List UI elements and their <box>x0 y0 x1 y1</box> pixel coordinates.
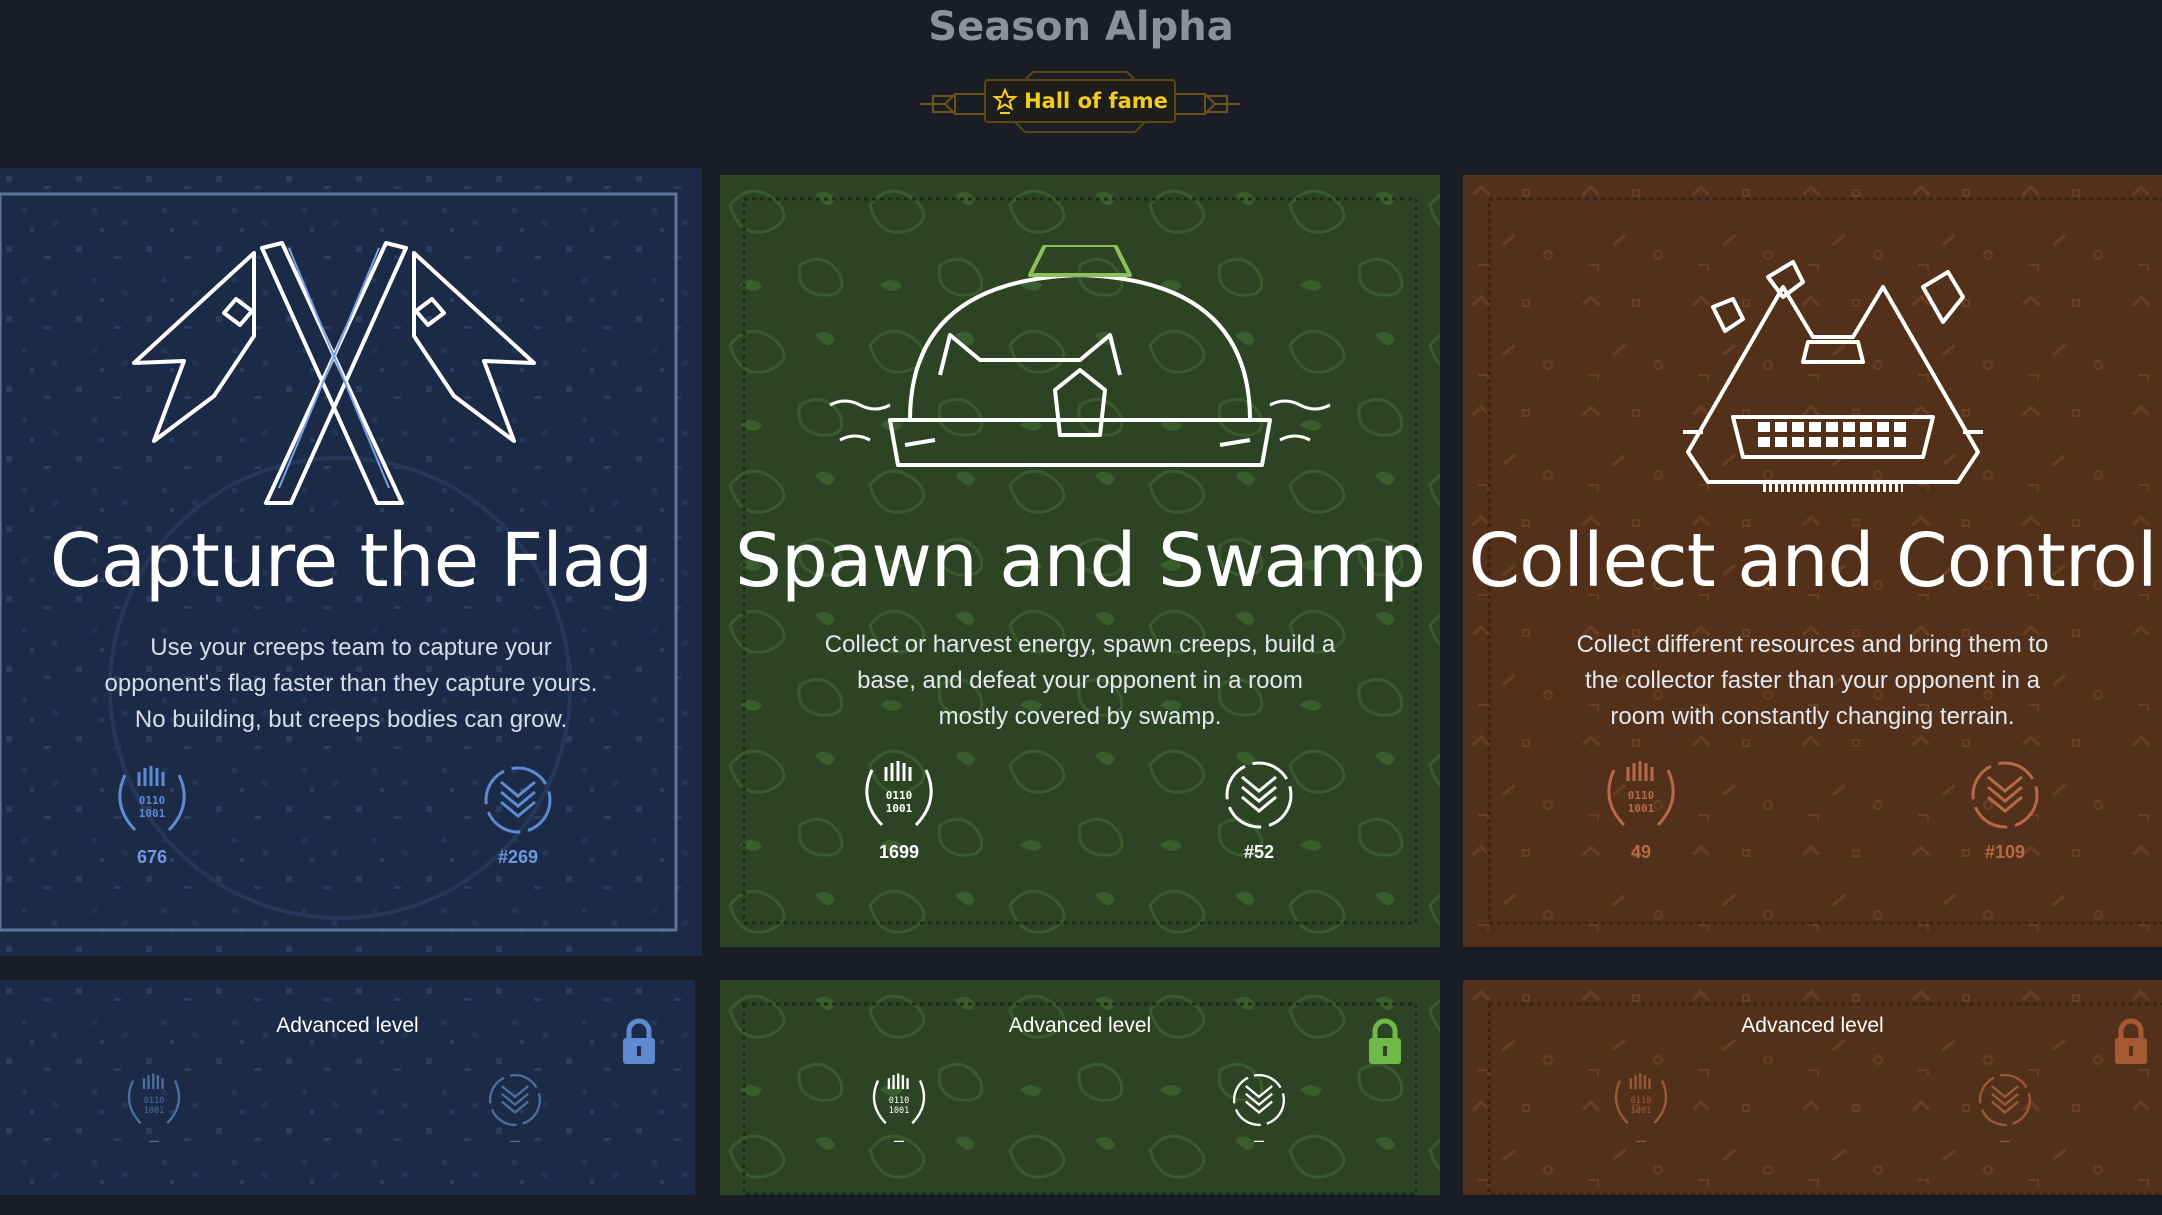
score-value: – <box>893 1130 904 1150</box>
svg-text:0110: 0110 <box>889 1096 910 1106</box>
score-stat: 0110 1001 49 <box>1581 755 1701 863</box>
advanced-level-label: Advanced level <box>1741 1014 1884 1037</box>
laurel-score-icon: 0110 1001 <box>118 766 186 832</box>
svg-text:1001: 1001 <box>139 807 166 820</box>
card-description: Use your creeps team to capture your opp… <box>104 634 598 733</box>
rank-chevron-icon <box>1978 1073 2032 1127</box>
mode-card-collect-and-control[interactable]: Collect and Control Collect different re… <box>1463 175 2162 947</box>
svg-text:0110: 0110 <box>144 1096 165 1106</box>
card-background-pattern <box>0 980 695 1195</box>
rank-value: #109 <box>1984 842 2026 862</box>
season-title: Season Alpha <box>928 4 1234 50</box>
rank-chevron-icon <box>1971 761 2039 829</box>
score-value: – <box>148 1130 159 1150</box>
hall-of-fame-frame: Hall of fame <box>915 70 1245 138</box>
laurel-score-icon: 0110 1001 <box>872 1073 926 1125</box>
mode-card-capture-the-flag[interactable]: Capture the Flag Use your creeps team to… <box>0 168 702 956</box>
advanced-card-capture-the-flag[interactable]: Advanced level 0110 1001 – – <box>0 980 695 1195</box>
svg-text:1001: 1001 <box>889 1106 910 1116</box>
laurel-score-icon: 0110 1001 <box>1614 1073 1668 1125</box>
svg-text:1001: 1001 <box>1628 802 1655 815</box>
laurel-score-icon: 0110 1001 <box>1607 761 1675 827</box>
advanced-card-collect-and-control[interactable]: Advanced level 0110 1001 – – <box>1463 980 2162 1195</box>
hall-of-fame-button[interactable]: Hall of fame <box>985 80 1175 122</box>
card-description: Collect different resources and bring th… <box>1576 631 2049 730</box>
rank-value: #52 <box>1243 842 1275 862</box>
lock-icon[interactable] <box>621 1018 657 1066</box>
trophy-star-icon <box>992 87 1018 114</box>
lock-icon[interactable] <box>2113 1018 2149 1066</box>
score-value: 49 <box>1630 842 1652 862</box>
advanced-level-label: Advanced level <box>276 1014 419 1037</box>
score-stat: 0110 1001 1699 <box>839 755 959 863</box>
season-header: Season Alpha Hall of fame <box>0 0 2162 165</box>
laurel-score-icon: 0110 1001 <box>127 1073 181 1125</box>
card-title: Capture the Flag <box>49 518 653 604</box>
crossed-flags-icon <box>132 241 536 505</box>
score-stat: 0110 1001 676 <box>92 760 212 868</box>
mode-card-spawn-and-swamp[interactable]: Spawn and Swamp Collect or harvest energ… <box>720 175 1440 947</box>
rank-chevron-icon <box>1225 761 1293 829</box>
rank-stat: #269 <box>458 760 578 868</box>
lock-icon[interactable] <box>1367 1018 1403 1066</box>
hall-of-fame-label: Hall of fame <box>1024 89 1168 113</box>
rank-value: – <box>1253 1130 1264 1150</box>
svg-text:0110: 0110 <box>886 789 913 802</box>
rank-value: – <box>1999 1130 2010 1150</box>
svg-text:0110: 0110 <box>139 794 166 807</box>
laurel-score-icon: 0110 1001 <box>865 761 933 827</box>
card-title: Spawn and Swamp <box>735 518 1426 604</box>
collector-icon <box>1683 260 1983 492</box>
advanced-level-label: Advanced level <box>1008 1014 1152 1037</box>
rank-chevron-icon <box>488 1073 542 1127</box>
card-background-pattern <box>1463 980 2162 1195</box>
svg-text:1001: 1001 <box>144 1106 165 1116</box>
rank-chevron-icon <box>484 766 552 834</box>
rank-value: – <box>509 1130 520 1150</box>
advanced-card-spawn-and-swamp[interactable]: Advanced level 0110 1001 – – <box>720 980 1440 1195</box>
rank-value: #269 <box>497 847 539 867</box>
svg-text:0110: 0110 <box>1631 1096 1652 1106</box>
rank-chevron-icon <box>1232 1073 1286 1127</box>
card-description: Collect or harvest energy, spawn creeps,… <box>824 631 1336 730</box>
score-value: 1699 <box>878 842 920 862</box>
rank-stat: #52 <box>1199 755 1319 863</box>
svg-text:0110: 0110 <box>1628 789 1655 802</box>
card-title: Collect and Control <box>1468 518 2157 604</box>
score-value: – <box>1635 1130 1646 1150</box>
card-background-pattern <box>720 980 1440 1195</box>
score-value: 676 <box>136 847 168 867</box>
rank-stat: #109 <box>1945 755 2065 863</box>
svg-text:1001: 1001 <box>886 802 913 815</box>
spawn-dome-icon <box>829 245 1331 467</box>
svg-text:1001: 1001 <box>1631 1106 1652 1116</box>
